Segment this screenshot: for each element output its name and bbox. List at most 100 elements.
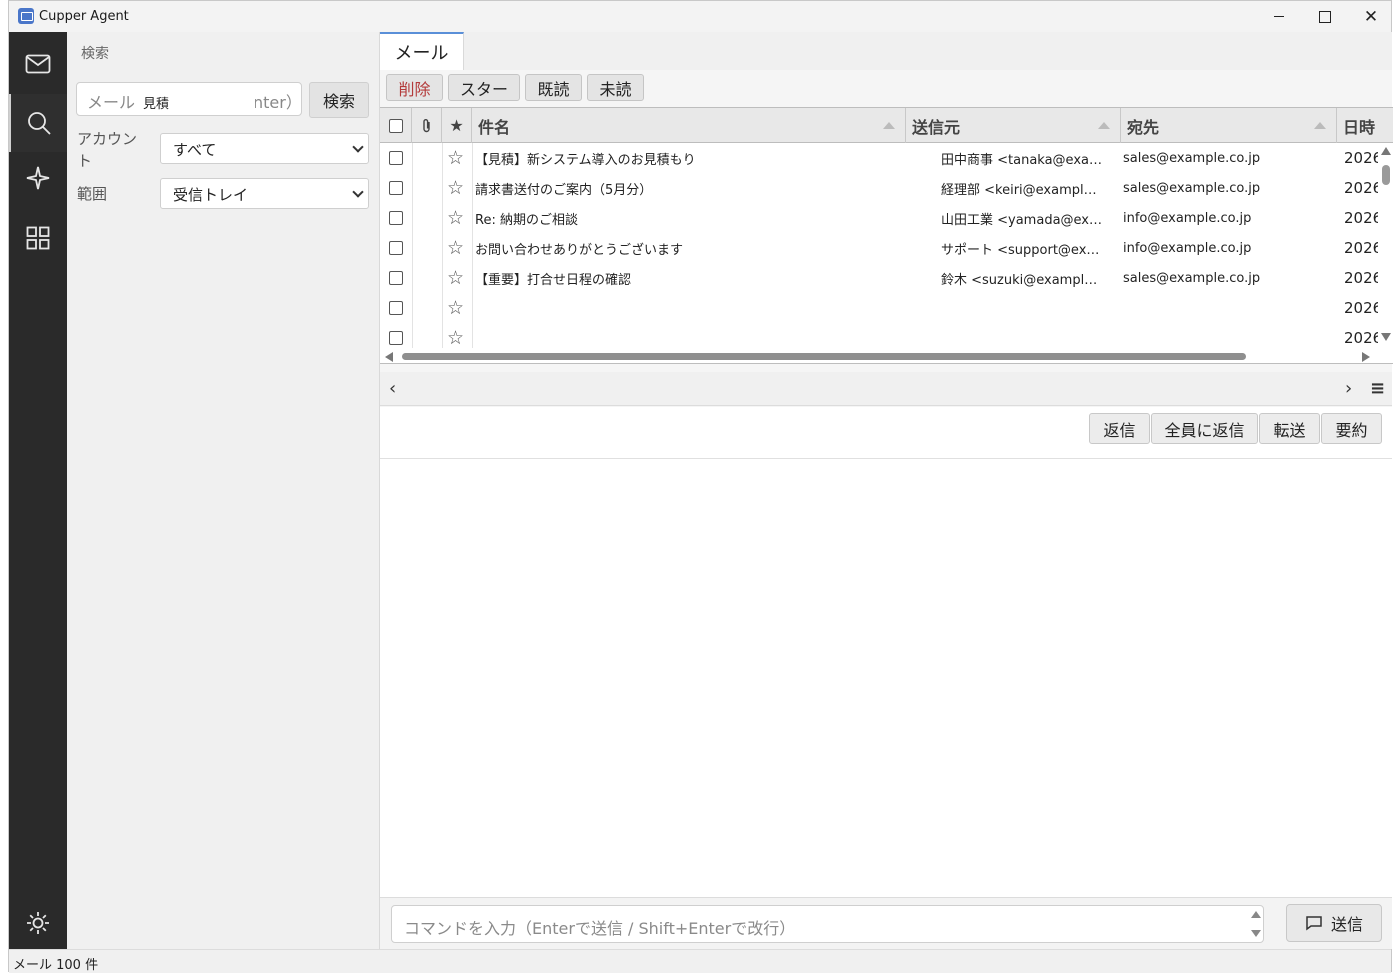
search-icon bbox=[28, 112, 51, 135]
chevron-down-icon bbox=[352, 186, 364, 198]
spin-up-icon[interactable] bbox=[1251, 911, 1261, 918]
col-attachment[interactable] bbox=[412, 108, 442, 143]
row-from: サポート <support@ex… bbox=[941, 242, 1100, 258]
minimize-button[interactable] bbox=[1256, 1, 1302, 32]
row-subject: 請求書送付のご案内（5月分） bbox=[475, 182, 653, 198]
row-to bbox=[1123, 293, 1333, 323]
row-date: 2026 bbox=[1344, 239, 1378, 257]
nav-rail bbox=[9, 32, 67, 949]
col-star[interactable]: ★ bbox=[442, 108, 472, 143]
command-bar: コマンドを入力（Enterで送信 / Shift+Enterで改行） 送信 bbox=[380, 898, 1392, 949]
nav-mail[interactable] bbox=[9, 35, 67, 93]
scroll-thumb[interactable] bbox=[402, 353, 1246, 360]
table-row[interactable]: ☆ Re: 納期のご相談 山田工業 <yamada@ex… info@example.… bbox=[380, 203, 1380, 233]
checkbox-box bbox=[389, 331, 403, 345]
forward-button[interactable]: 転送 bbox=[1259, 413, 1320, 444]
horizontal-scrollbar[interactable] bbox=[380, 349, 1393, 363]
settings-gear-icon bbox=[27, 912, 49, 934]
reply-button[interactable]: 返信 bbox=[1089, 413, 1150, 444]
row-date: 2026 bbox=[1344, 209, 1378, 227]
mail-toolbar: 削除 スター 既読 未読 bbox=[380, 70, 1392, 106]
prev-page-button[interactable]: ‹ bbox=[389, 378, 396, 399]
star-toggle-icon[interactable]: ☆ bbox=[447, 263, 471, 293]
menu-icon[interactable]: ≡ bbox=[1370, 378, 1385, 399]
table-header: ★ 件名 送信元 宛先 日時 bbox=[380, 108, 1393, 143]
mark-unread-button[interactable]: 未読 bbox=[587, 74, 644, 101]
scroll-right-icon[interactable] bbox=[1362, 352, 1370, 362]
maximize-button[interactable] bbox=[1302, 1, 1348, 32]
row-from: 鈴木 <suzuki@exampl… bbox=[941, 272, 1098, 288]
checkbox-box bbox=[389, 301, 403, 315]
paperclip-icon bbox=[422, 118, 430, 132]
tab-mail[interactable]: メール bbox=[380, 32, 464, 70]
col-subject[interactable]: 件名 bbox=[472, 108, 906, 143]
row-subject: 【見積】新システム導入のお見積もり bbox=[475, 152, 696, 168]
col-date[interactable]: 日時 bbox=[1337, 108, 1393, 143]
status-bar: メール 100 件 bbox=[9, 949, 1391, 973]
reply-all-button[interactable]: 全員に返信 bbox=[1151, 413, 1258, 444]
table-row[interactable]: ☆ 【見積】新システム導入のお見積もり 田中商事 <tanaka@exa… sales… bbox=[380, 143, 1380, 173]
col-to[interactable]: 宛先 bbox=[1121, 108, 1337, 143]
scroll-left-icon[interactable] bbox=[385, 352, 393, 362]
next-page-button[interactable]: › bbox=[1345, 378, 1352, 399]
row-checkbox[interactable] bbox=[389, 293, 405, 323]
row-checkbox[interactable] bbox=[389, 233, 405, 263]
star-toggle-icon[interactable]: ☆ bbox=[447, 143, 471, 173]
row-date: 2026 bbox=[1344, 269, 1378, 287]
row-to: sales@example.co.jp bbox=[1123, 150, 1261, 166]
checkbox-box bbox=[389, 151, 403, 165]
scope-select-value: 受信トレイ bbox=[173, 186, 249, 204]
table-row[interactable]: ☆ 請求書送付のご案内（5月分） 経理部 <keiri@exampl… sales@e… bbox=[380, 173, 1380, 203]
scroll-up-icon[interactable] bbox=[1381, 147, 1391, 155]
star-toggle-icon[interactable]: ☆ bbox=[447, 233, 471, 263]
vertical-scrollbar[interactable] bbox=[1379, 143, 1393, 348]
star-button[interactable]: スター bbox=[448, 74, 520, 101]
spin-down-icon[interactable] bbox=[1251, 930, 1261, 937]
nav-ai[interactable] bbox=[9, 149, 67, 207]
search-panel-header: 検索 bbox=[81, 46, 109, 62]
account-select[interactable]: すべて bbox=[160, 133, 369, 164]
account-label: アカウント bbox=[77, 130, 138, 170]
row-date: 2026 bbox=[1344, 179, 1378, 197]
star-toggle-icon[interactable]: ☆ bbox=[447, 173, 471, 203]
scroll-down-icon[interactable] bbox=[1381, 333, 1391, 341]
nav-settings[interactable] bbox=[9, 894, 67, 952]
apps-grid-icon bbox=[26, 226, 50, 250]
table-row[interactable]: ☆ お問い合わせありがとうございます サポート <support@ex… info@e… bbox=[380, 233, 1380, 263]
message-actions: 返信 全員に返信 転送 要約 bbox=[380, 407, 1392, 459]
scope-select[interactable]: 受信トレイ bbox=[160, 178, 369, 209]
sparkle-icon bbox=[26, 166, 50, 190]
row-checkbox[interactable] bbox=[389, 263, 405, 293]
chevron-down-icon bbox=[352, 141, 364, 153]
row-date: 2026 bbox=[1344, 299, 1378, 317]
summarize-button[interactable]: 要約 bbox=[1321, 413, 1382, 444]
nav-apps[interactable] bbox=[9, 209, 67, 267]
select-all-checkbox[interactable] bbox=[380, 108, 412, 143]
command-input[interactable]: コマンドを入力（Enterで送信 / Shift+Enterで改行） bbox=[391, 905, 1264, 943]
close-button[interactable]: ✕ bbox=[1348, 1, 1394, 32]
row-from: 田中商事 <tanaka@exa… bbox=[941, 152, 1102, 168]
scroll-thumb[interactable] bbox=[1382, 165, 1390, 185]
table-row[interactable]: ☆ 【重要】打合せ日程の確認 鈴木 <suzuki@exampl… sales@exa… bbox=[380, 263, 1380, 293]
delete-button[interactable]: 削除 bbox=[386, 74, 443, 101]
mark-read-button[interactable]: 既読 bbox=[525, 74, 582, 101]
mail-icon bbox=[25, 54, 51, 74]
row-checkbox[interactable] bbox=[389, 203, 405, 233]
sort-icon bbox=[1314, 122, 1326, 129]
row-checkbox[interactable] bbox=[389, 143, 405, 173]
row-to: sales@example.co.jp bbox=[1123, 270, 1261, 286]
table-row[interactable]: ☆ 2026 bbox=[380, 293, 1380, 323]
row-checkbox[interactable] bbox=[389, 173, 405, 203]
search-input[interactable]: メール nter） 見積 bbox=[76, 82, 302, 116]
row-subject: お問い合わせありがとうございます bbox=[475, 242, 684, 258]
search-panel: 検索 メール nter） 見積 検索 アカウント すべて 範囲 受信トレイ bbox=[67, 32, 379, 949]
row-subject: 【重要】打合せ日程の確認 bbox=[475, 272, 632, 288]
send-button[interactable]: 送信 bbox=[1286, 904, 1382, 942]
star-toggle-icon[interactable]: ☆ bbox=[447, 293, 471, 323]
star-toggle-icon[interactable]: ☆ bbox=[447, 203, 471, 233]
col-from[interactable]: 送信元 bbox=[906, 108, 1121, 143]
pager: ‹ › ≡ bbox=[380, 372, 1392, 406]
search-button[interactable]: 検索 bbox=[309, 82, 369, 118]
nav-search[interactable] bbox=[9, 94, 67, 152]
window-title: Cupper Agent bbox=[39, 9, 129, 24]
